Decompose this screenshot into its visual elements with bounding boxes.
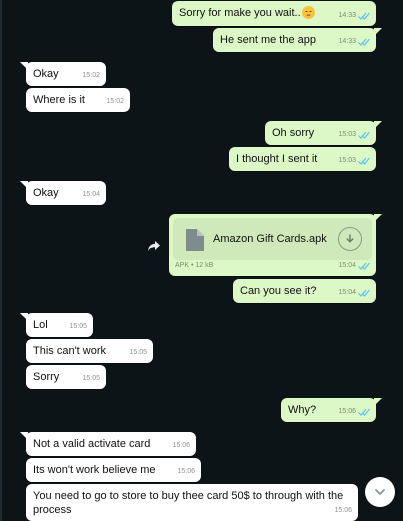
message-time: 15:03	[338, 131, 356, 138]
message-bubble-incoming[interactable]: Lol 15:05	[20, 313, 93, 337]
message-time: 15:02	[106, 98, 124, 105]
document-icon	[186, 229, 204, 251]
message-time: 15:03	[338, 157, 356, 164]
message-meta: 15:06	[334, 504, 352, 518]
message-bubble-incoming[interactable]: Not a valid activate card 15:06	[20, 432, 196, 456]
message-meta: 15:02	[82, 69, 100, 83]
message-text: Sorry for make you wait..	[179, 6, 315, 20]
double-check-icon	[358, 12, 370, 20]
double-check-icon	[358, 157, 370, 165]
message-bubble-incoming[interactable]: Where is it 15:02	[26, 88, 130, 112]
file-attachment[interactable]: Amazon Gift Cards.apk	[173, 218, 372, 260]
file-message-bubble[interactable]: Amazon Gift Cards.apk APK • 12 kB 15:04	[169, 214, 382, 276]
file-type: APK	[175, 262, 190, 269]
double-check-icon	[358, 289, 370, 297]
message-bubble-outgoing[interactable]: Can you see it? 15:04	[233, 279, 376, 303]
message-text: Lol	[33, 319, 48, 331]
message-text: Why?	[288, 404, 317, 416]
message-time: 15:04	[338, 262, 356, 269]
message-text: Its won't work believe me	[33, 464, 156, 476]
message-text: I thought I sent it	[236, 153, 318, 165]
message-text: He sent me the app	[220, 34, 317, 46]
message-time: 15:06	[172, 442, 190, 449]
panel-divider	[0, 0, 2, 521]
scroll-to-bottom-button[interactable]	[365, 477, 395, 507]
message-time: 15:02	[82, 72, 100, 79]
message-bubble-incoming[interactable]: Okay 15:04	[20, 181, 106, 205]
message-time: 15:04	[338, 289, 356, 296]
pensive-face-icon	[301, 6, 315, 19]
message-bubble-outgoing[interactable]: Why? 15:06	[281, 398, 382, 422]
message-bubble-outgoing[interactable]: He sent me the app 14:33	[213, 28, 382, 52]
message-meta: 15:06	[338, 405, 370, 419]
message-time: 15:06	[177, 468, 195, 475]
message-bubble-incoming[interactable]: Okay 15:02	[20, 62, 106, 86]
file-size: 12 kB	[195, 262, 214, 269]
message-time: 14:33	[338, 12, 356, 19]
message-meta: 15:06	[177, 465, 195, 479]
forward-icon	[148, 241, 160, 251]
download-button[interactable]	[338, 227, 362, 251]
double-check-icon	[358, 262, 370, 270]
message-meta: 14:33	[338, 9, 370, 23]
message-time: 15:05	[82, 375, 100, 382]
forward-button[interactable]	[146, 238, 162, 254]
message-meta: 15:02	[106, 95, 124, 109]
message-meta: 15:05	[82, 372, 100, 386]
message-meta: 15:03	[338, 128, 370, 142]
message-meta: 14:33	[338, 35, 370, 49]
message-bubble-outgoing[interactable]: Oh sorry 15:03	[265, 121, 382, 145]
chat-screen: Sorry for make you wait.. 14:33 He sent …	[0, 0, 403, 521]
message-text: Oh sorry	[272, 127, 315, 139]
message-text: You need to go to store to buy thee card…	[33, 490, 344, 516]
message-bubble-incoming[interactable]: You need to go to store to buy thee card…	[26, 484, 358, 521]
message-meta: 15:03	[338, 154, 370, 168]
message-time: 14:33	[338, 38, 356, 45]
message-meta: 15:05	[69, 320, 87, 334]
message-text: Can you see it?	[240, 285, 317, 297]
message-text: Where is it	[33, 94, 85, 106]
double-check-icon	[358, 131, 370, 139]
chevron-down-icon	[375, 489, 385, 496]
message-time: 15:06	[334, 507, 352, 514]
double-check-icon	[358, 408, 370, 416]
message-text: This can't work	[33, 345, 107, 357]
message-meta: 15:04	[338, 259, 370, 273]
message-bubble-incoming[interactable]: This can't work 15:05	[26, 339, 153, 363]
download-icon	[346, 234, 354, 243]
message-bubble-incoming[interactable]: Its won't work believe me 15:06	[26, 458, 201, 482]
message-meta: 15:06	[172, 439, 190, 453]
message-bubble-outgoing[interactable]: I thought I sent it 15:03	[229, 147, 376, 171]
file-info-separator: •	[190, 262, 194, 269]
message-time: 15:05	[129, 349, 147, 356]
file-name: Amazon Gift Cards.apk	[213, 233, 327, 245]
message-meta: 15:04	[82, 188, 100, 202]
message-text: Okay	[33, 187, 59, 199]
message-time: 15:04	[82, 191, 100, 198]
message-text: Sorry	[33, 371, 60, 383]
message-time: 15:06	[338, 408, 356, 415]
message-meta: 15:04	[338, 286, 370, 300]
message-text: Okay	[33, 68, 59, 80]
message-bubble-incoming[interactable]: Sorry 15:05	[26, 365, 106, 389]
message-text: Not a valid activate card	[33, 438, 151, 450]
double-check-icon	[358, 38, 370, 46]
file-info: APK • 12 kB	[175, 259, 213, 273]
message-time: 15:05	[69, 323, 87, 330]
message-bubble-outgoing[interactable]: Sorry for make you wait.. 14:33	[172, 1, 376, 26]
message-meta: 15:05	[129, 346, 147, 360]
